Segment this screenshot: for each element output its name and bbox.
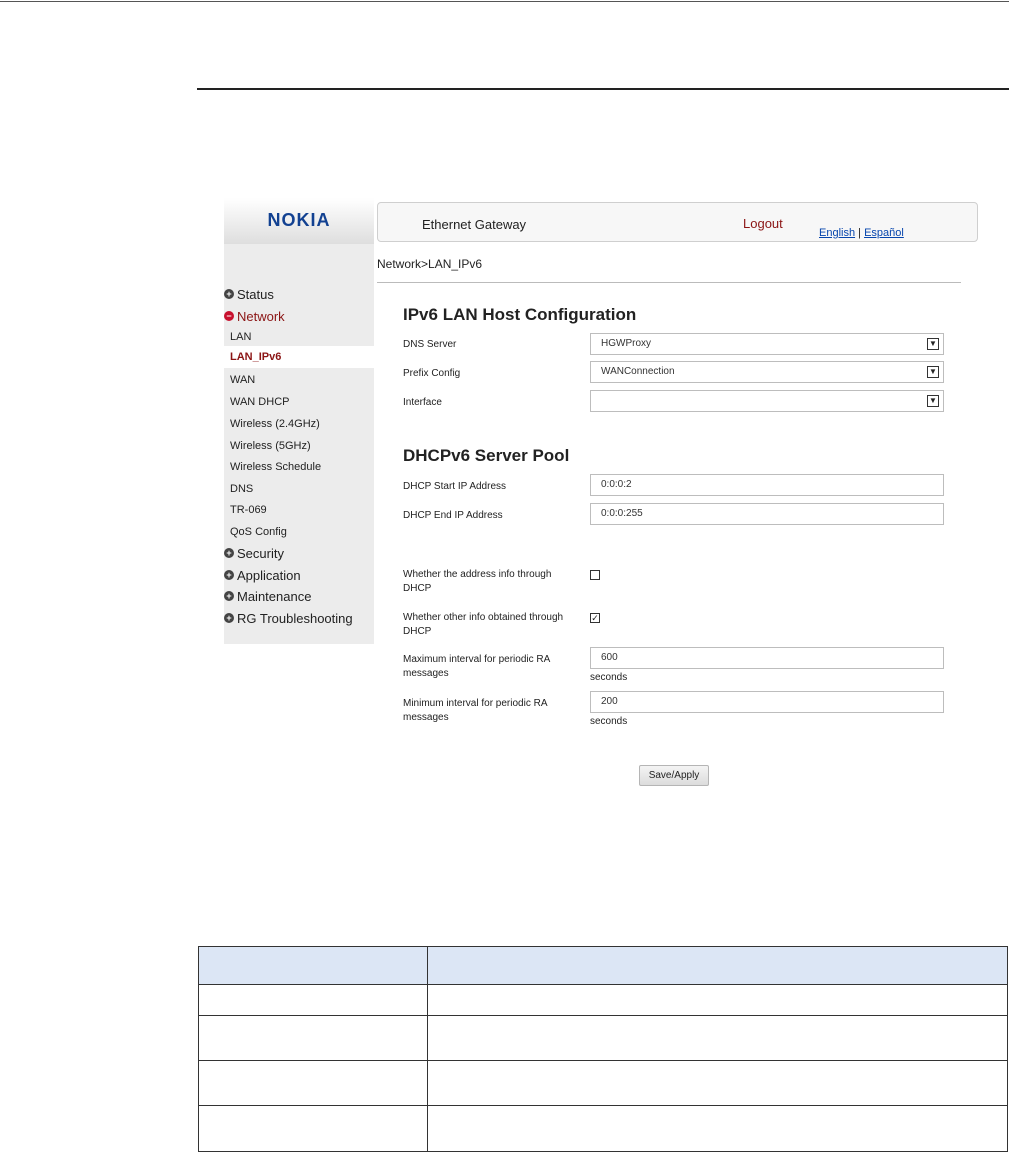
min-ra-label-line1: Minimum interval for periodic RA [403,698,548,709]
table-cell [198,984,428,1016]
sidebar-item-tr069[interactable]: TR-069 [224,499,374,521]
save-apply-button[interactable]: Save/Apply [639,765,709,786]
host-config-heading: IPv6 LAN Host Configuration [403,305,637,324]
prefix-config-label: Prefix Config [403,368,461,379]
min-ra-unit: seconds [590,716,628,727]
server-pool-heading: DHCPv6 Server Pool [403,446,570,465]
expand-icon: + [224,613,234,623]
expand-icon: + [224,548,234,558]
other-info-label-line2: DHCP [403,626,432,637]
sidebar-item-label: Network [237,308,285,324]
sidebar-item-label: Security [237,545,284,561]
dhcp-start-input[interactable]: 0:0:0:2 [590,474,944,496]
gateway-title: Ethernet Gateway [422,217,527,232]
chevron-down-icon: ▼ [927,338,939,350]
sidebar-item-maintenance[interactable]: + Maintenance [224,586,311,606]
sidebar-item-wireless-5[interactable]: Wireless (5GHz) [224,435,374,457]
dhcp-end-label: DHCP End IP Address [403,510,503,521]
dhcp-end-input[interactable]: 0:0:0:255 [590,503,944,525]
table-header-cell [427,946,1008,985]
sidebar-item-dns[interactable]: DNS [224,478,374,500]
table-cell [427,1015,1008,1061]
expand-icon: + [224,289,234,299]
sidebar-item-wan-dhcp[interactable]: WAN DHCP [224,391,374,413]
min-ra-value: 200 [601,696,618,707]
expand-icon: + [224,570,234,580]
nokia-logo: NOKIA [267,210,331,230]
interface-label: Interface [403,397,442,408]
max-ra-unit: seconds [590,672,628,683]
dhcp-end-value: 0:0:0:255 [601,508,643,519]
table-row [198,1015,1008,1061]
address-info-label-line2: DHCP [403,583,432,594]
sidebar-item-wireless-24[interactable]: Wireless (2.4GHz) [224,413,374,435]
address-info-label: Whether the address info through DHCP [403,568,551,596]
table-header-cell [198,946,428,985]
header-bar: Ethernet Gateway Logout English | Españo… [377,202,978,242]
max-ra-input[interactable]: 600 [590,647,944,669]
max-ra-label-line1: Maximum interval for periodic RA [403,654,551,665]
max-ra-value: 600 [601,652,618,663]
other-info-checkbox[interactable]: ✓ [590,613,600,623]
table-cell [198,1060,428,1106]
min-ra-input[interactable]: 200 [590,691,944,713]
breadcrumb-divider [377,282,961,283]
breadcrumb: Network>LAN_IPv6 [377,257,483,271]
interface-select[interactable]: ▼ [590,390,944,412]
chevron-down-icon: ▼ [927,395,939,407]
sidebar-item-wan[interactable]: WAN [224,369,374,391]
sidebar-item-label: RG Troubleshooting [237,610,353,626]
expand-icon: + [224,591,234,601]
prefix-config-select[interactable]: WANConnection ▼ [590,361,944,383]
sidebar-item-lan-ipv6[interactable]: LAN_IPv6 [224,346,374,368]
table-cell [198,1105,428,1152]
min-ra-label: Minimum interval for periodic RA message… [403,697,548,725]
table-cell [427,1105,1008,1152]
sidebar-item-application[interactable]: + Application [224,565,301,585]
sidebar-item-network[interactable]: − Network [224,306,285,326]
min-ra-label-line2: messages [403,712,449,723]
table-header-row [198,946,1008,985]
sidebar-item-label: Application [237,567,301,583]
sidebar-item-label: Maintenance [237,588,312,604]
dhcp-start-value: 0:0:0:2 [601,479,632,490]
dhcp-start-label: DHCP Start IP Address [403,481,507,492]
espanol-link[interactable]: Español [864,227,904,239]
sidebar-item-rg-troubleshooting[interactable]: + RG Troubleshooting [224,608,353,628]
sidebar-item-status[interactable]: + Status [224,284,274,304]
logo-box: NOKIA [224,198,374,244]
sidebar: + Status − Network LAN LAN_IPv6 WAN WAN DH… [224,244,374,644]
table-row [198,1060,1008,1106]
table-row [198,1105,1008,1152]
sidebar-item-lan[interactable]: LAN [224,326,374,348]
max-ra-label-line2: messages [403,668,449,679]
sidebar-item-wireless-schedule[interactable]: Wireless Schedule [224,456,374,478]
table-cell [427,984,1008,1016]
address-info-label-line1: Whether the address info through [403,569,552,580]
sidebar-item-label: Status [237,286,274,302]
collapse-icon: − [224,311,234,321]
page-top-rule [0,1,1009,2]
section-rule [197,88,1009,90]
max-ra-label: Maximum interval for periodic RA message… [403,653,550,681]
other-info-label-line1: Whether other info obtained through [403,612,564,623]
language-separator: | [855,227,865,239]
dns-server-select[interactable]: HGWProxy ▼ [590,333,944,355]
language-switcher: English | Español [819,227,904,239]
english-link[interactable]: English [819,227,855,239]
parameter-table [198,946,1008,1152]
dns-server-label: DNS Server [403,339,457,350]
table-row [198,984,1008,1016]
sidebar-item-security[interactable]: + Security [224,543,284,563]
sidebar-item-qos-config[interactable]: QoS Config [224,521,374,543]
address-info-checkbox[interactable] [590,570,600,580]
chevron-down-icon: ▼ [927,366,939,378]
dns-server-value: HGWProxy [601,338,651,349]
logout-link[interactable]: Logout [743,216,783,231]
table-cell [198,1015,428,1061]
other-info-label: Whether other info obtained through DHCP [403,611,563,639]
table-cell [427,1060,1008,1106]
prefix-config-value: WANConnection [601,366,675,377]
